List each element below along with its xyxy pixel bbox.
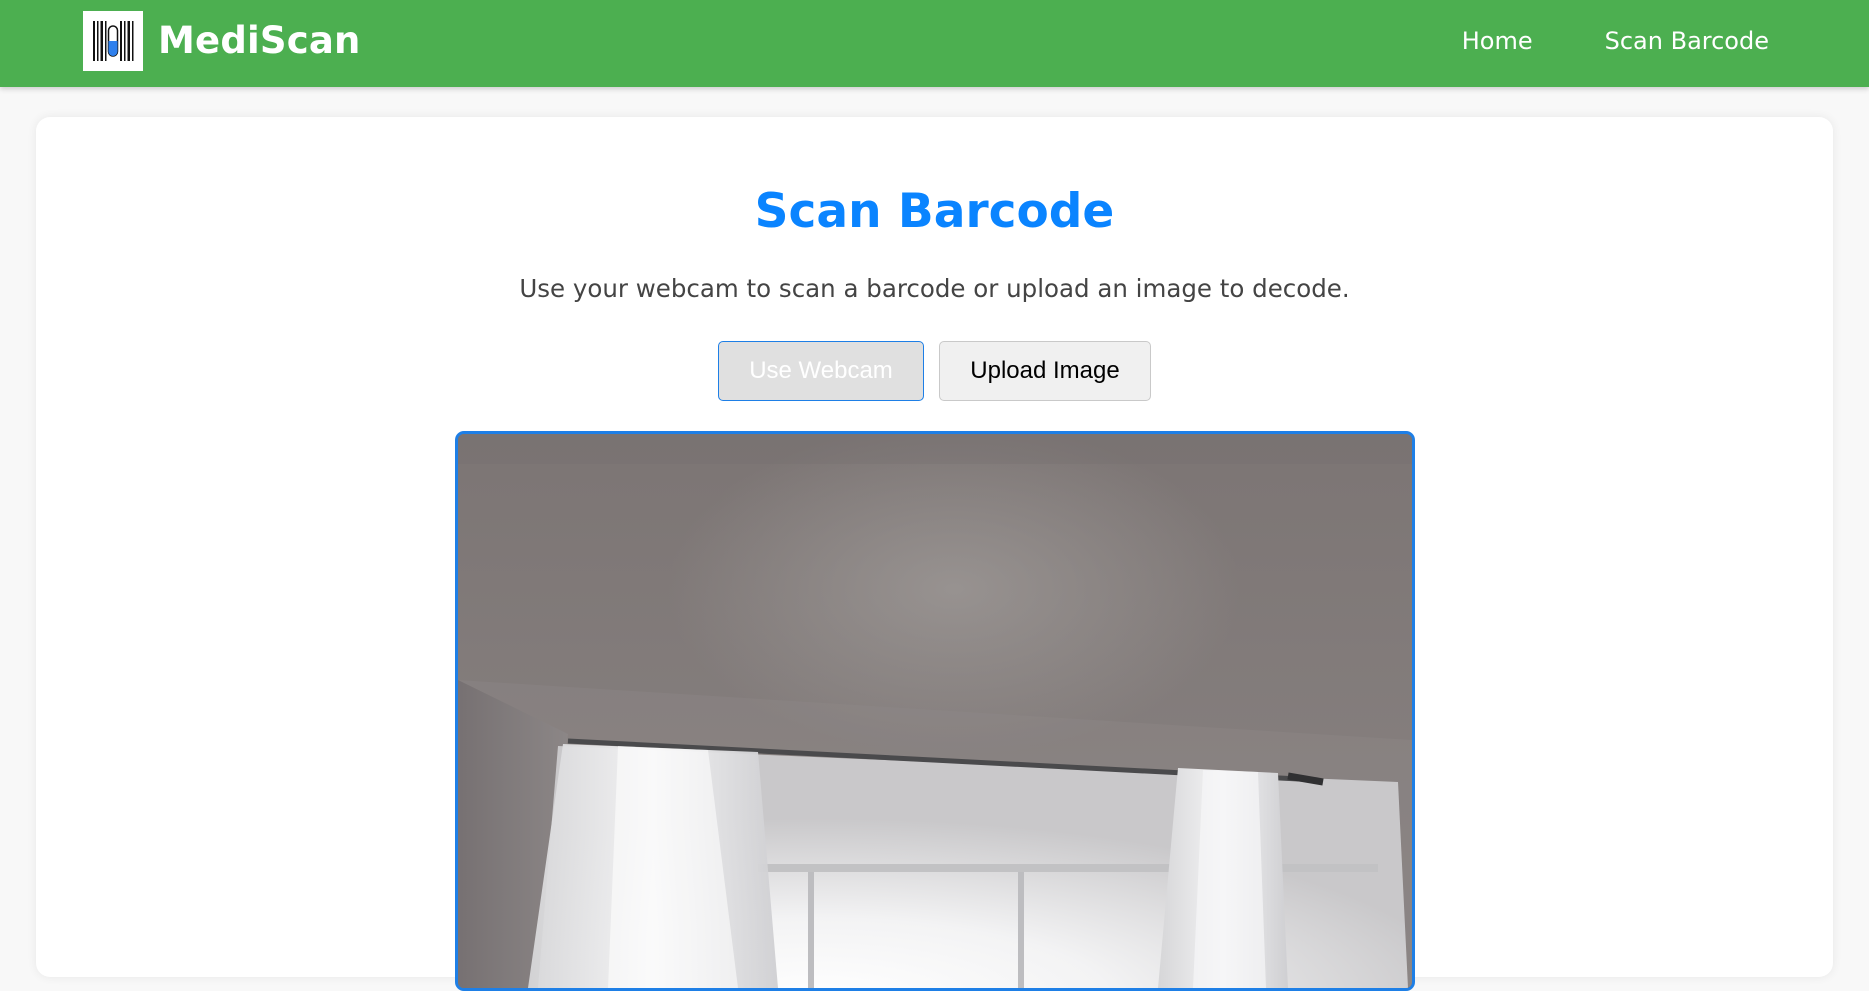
brand-link[interactable]: MediScan [83, 11, 361, 71]
barcode-pill-icon [83, 11, 143, 71]
nav-links: Home Scan Barcode [1390, 0, 1769, 82]
use-webcam-button[interactable]: Use Webcam [718, 341, 924, 401]
upload-image-button[interactable]: Upload Image [939, 341, 1151, 401]
page-title: Scan Barcode [754, 184, 1115, 239]
webcam-video-preview [455, 431, 1415, 991]
webcam-feed-image [458, 434, 1412, 988]
nav-item-scan-barcode[interactable]: Scan Barcode [1605, 27, 1769, 55]
navbar: MediScan Home Scan Barcode [0, 0, 1869, 87]
brand-name: MediScan [158, 19, 361, 62]
page-subtitle: Use your webcam to scan a barcode or upl… [519, 274, 1350, 303]
nav-item-home[interactable]: Home [1462, 27, 1533, 55]
